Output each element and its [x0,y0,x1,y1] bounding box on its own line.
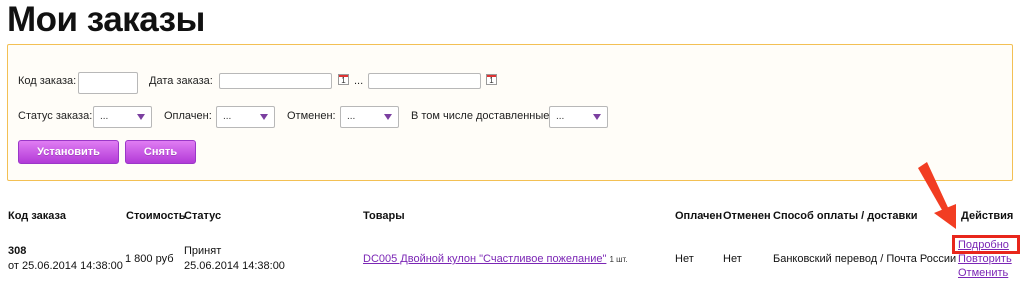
annotation-arrow-icon [918,162,956,229]
